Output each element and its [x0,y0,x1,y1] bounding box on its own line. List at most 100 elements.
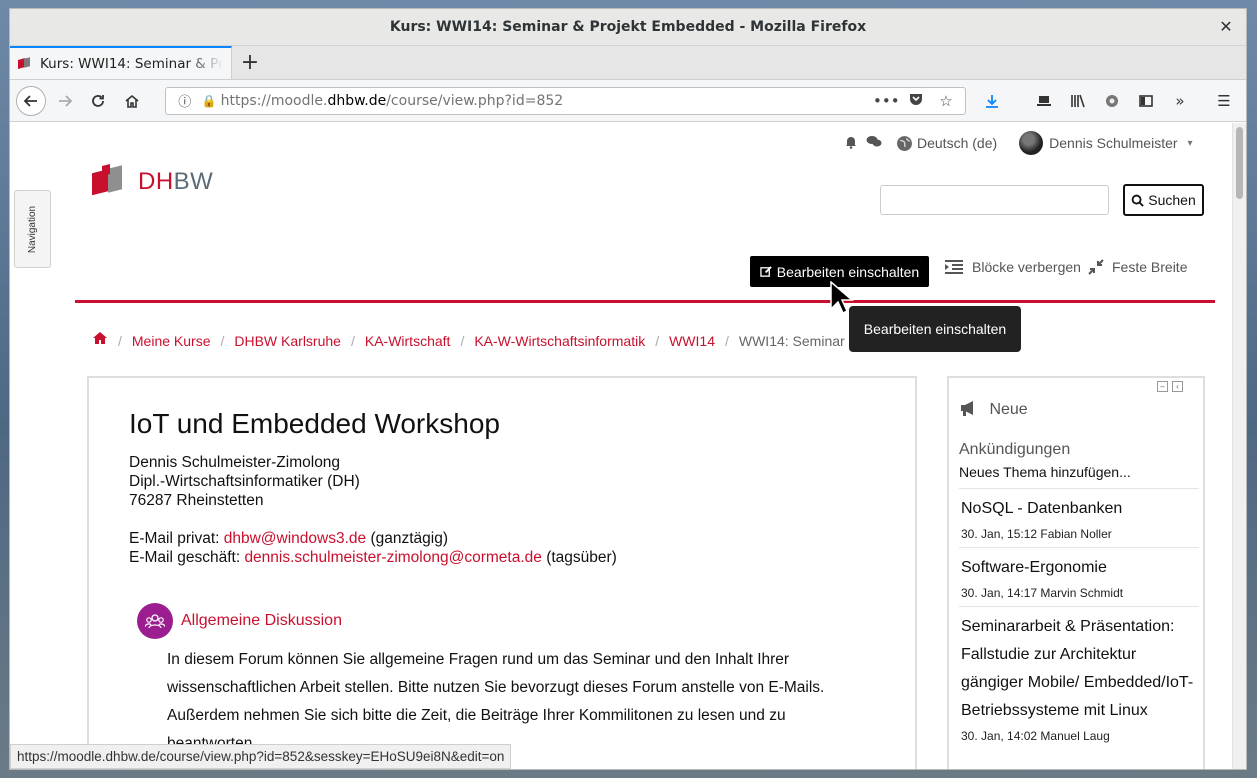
contact-info: Dennis Schulmeister-Zimolong Dipl.-Wirts… [129,453,617,567]
header-divider [75,300,1215,303]
navigation-drawer-button[interactable]: Navigation [14,190,51,268]
list-item[interactable]: Software-Ergonomie 30. Jan, 14:17 Marvin… [959,547,1199,606]
tab-course[interactable]: Kurs: WWI14: Seminar & Projekt Embedded [10,46,232,79]
edit-icon [760,266,772,277]
browser-window: Kurs: WWI14: Seminar & Projekt Embedded … [9,8,1247,770]
email-business-link[interactable]: dennis.schulmeister-zimolong@cormeta.de [244,549,541,566]
download-icon[interactable] [976,86,1008,116]
bookmark-star-icon[interactable]: ☆ [933,92,959,110]
lock-icon: 🔒 [201,93,217,108]
email-private-line: E-Mail privat: dhbw@windows3.de (ganztäg… [129,530,449,547]
email-business-line: E-Mail geschäft: dennis.schulmeister-zim… [129,549,617,566]
user-menu[interactable]: Dennis Schulmeister ▾ [1019,131,1193,155]
chevron-down-icon: ▾ [1187,137,1193,149]
close-icon[interactable]: ✕ [1216,17,1236,37]
compress-icon [1088,259,1104,275]
scrollbar-thumb[interactable] [1236,127,1243,199]
course-heading: IoT und Embedded Workshop [129,408,500,439]
reload-icon [92,94,105,107]
page-content: Navigation Deutsch (de) Dennis Schulmeis… [10,123,1234,769]
sidebar-icon[interactable] [1130,86,1162,116]
fixed-width-toggle[interactable]: Feste Breite [1088,259,1187,275]
forum-link[interactable]: Allgemeine Diskussion [181,612,342,630]
url-bar[interactable]: ⓘ 🔒 https://moodle.dhbw.de/course/view.p… [164,86,966,115]
navigation-drawer-label: Navigation [27,205,39,253]
dhbw-logo[interactable]: DHBW [92,163,213,201]
megaphone-icon [959,401,983,418]
mouse-cursor-icon [830,281,854,315]
overflow-chevron-icon[interactable]: » [1164,86,1196,116]
news-block-title: Neue Ankündigungen [959,401,1071,458]
url-text[interactable]: https://moodle.dhbw.de/course/view.php?i… [221,93,869,109]
reload-button[interactable] [83,86,113,116]
breadcrumb-ka-w-wirtschaftsinformatik[interactable]: KA-W-Wirtschaftsinformatik [474,333,645,349]
home-button[interactable] [117,86,147,116]
search-input[interactable] [880,185,1109,215]
add-topic-link[interactable]: Neues Thema hinzufügen... [959,464,1131,480]
hide-blocks-toggle[interactable]: Blöcke verbergen [944,259,1081,275]
window-titlebar: Kurs: WWI14: Seminar & Projekt Embedded … [10,9,1246,46]
avatar [1019,131,1044,155]
breadcrumb-wwi14[interactable]: WWI14 [669,333,715,349]
tab-title: Kurs: WWI14: Seminar & Projekt Embedded [40,55,223,72]
dhbw-logo-text: DHBW [138,168,214,195]
list-item[interactable]: NoSQL - Datenbanken 30. Jan, 15:12 Fabia… [959,488,1199,547]
new-tab-button[interactable]: + [232,46,268,79]
dhbw-logo-mark [92,163,132,201]
language-label: Deutsch (de) [917,135,998,151]
breadcrumb-meine-kurse[interactable]: Meine Kurse [132,333,211,349]
globe-icon [897,135,912,151]
library-icon[interactable] [1062,86,1094,116]
news-item-meta: 30. Jan, 14:17 Marvin Schmidt [961,586,1124,600]
back-button[interactable] [16,85,46,116]
user-name: Dennis Schulmeister [1049,135,1178,151]
outdent-icon [945,260,963,274]
page-actions-icon[interactable]: ••• [873,92,900,110]
course-summary-section: IoT und Embedded Workshop Dennis Schulme… [87,376,917,769]
home-icon[interactable] [92,331,108,350]
forum-icon [137,603,173,639]
page-scrollbar[interactable] [1232,123,1246,769]
home-icon [125,94,139,108]
dhbw-favicon-icon [18,57,32,71]
toolbar-right: » ☰ [976,86,1240,116]
language-menu[interactable]: Deutsch (de) [896,135,997,152]
info-icon[interactable]: ⓘ [172,91,198,110]
email-private-link[interactable]: dhbw@windows3.de [224,530,366,547]
news-item-meta: 30. Jan, 14:02 Manuel Laug [961,729,1110,743]
edit-tooltip: Bearbeiten einschalten [849,306,1021,352]
search-button[interactable]: Suchen [1123,184,1204,216]
edit-mode-label: Bearbeiten einschalten [776,263,920,280]
chat-icon[interactable] [866,135,882,152]
contact-name: Dennis Schulmeister-Zimolong [129,454,341,471]
news-item-title[interactable]: NoSQL - Datenbanken [961,495,1197,523]
news-item-meta: 30. Jan, 15:12 Fabian Noller [961,527,1112,541]
news-list: NoSQL - Datenbanken 30. Jan, 15:12 Fabia… [959,488,1199,749]
contact-address: 76287 Rheinstetten [129,492,264,509]
hide-blocks-label: Blöcke verbergen [972,259,1081,275]
forward-button[interactable] [50,86,80,116]
forum-description: In diesem Forum können Sie allgemeine Fr… [167,651,825,752]
contact-title: Dipl.-Wirtschaftsinformatiker (DH) [129,473,360,490]
breadcrumb-dhbw-karlsruhe[interactable]: DHBW Karlsruhe [234,333,341,349]
news-block: – ‹ Neue Ankündigungen Neues Thema hinzu… [947,376,1205,769]
list-item[interactable]: Seminararbeit & Präsentation: Fallstudie… [959,606,1199,749]
window-title: Kurs: WWI14: Seminar & Projekt Embedded … [389,19,867,35]
tab-strip: Kurs: WWI14: Seminar & Projekt Embedded … [10,46,1246,80]
search-button-label: Suchen [1148,192,1196,208]
news-item-title[interactable]: Software-Ergonomie [961,554,1197,582]
pocket-icon[interactable] [903,91,929,111]
fixed-width-label: Feste Breite [1112,259,1188,275]
laptop-icon[interactable] [1028,86,1060,116]
breadcrumb: / Meine Kurse / DHBW Karlsruhe / KA-Wirt… [92,331,977,350]
bell-icon[interactable] [844,135,858,152]
user-menu-bar: Deutsch (de) Dennis Schulmeister ▾ [844,131,1193,155]
breadcrumb-ka-wirtschaft[interactable]: KA-Wirtschaft [365,333,451,349]
hamburger-menu-icon[interactable]: ☰ [1208,86,1240,116]
news-item-title[interactable]: Seminararbeit & Präsentation: Fallstudie… [961,613,1197,725]
navigation-toolbar: ⓘ 🔒 https://moodle.dhbw.de/course/view.p… [10,80,1246,122]
back-arrow-icon [23,94,37,107]
extension-icon[interactable] [1096,86,1128,116]
search-icon [1131,194,1144,207]
forward-arrow-icon [58,94,72,107]
